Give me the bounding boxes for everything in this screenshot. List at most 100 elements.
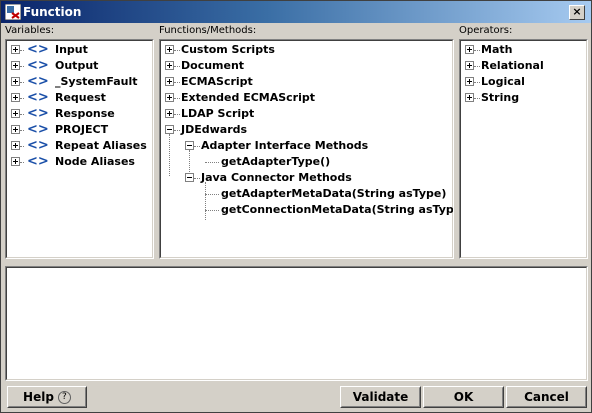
- expand-icon[interactable]: [11, 141, 20, 150]
- expand-icon[interactable]: [11, 61, 20, 70]
- tree-item-label: Request: [55, 91, 106, 104]
- functions-label: Functions/Methods:: [159, 25, 257, 36]
- tree-item-label: Adapter Interface Methods: [201, 139, 369, 152]
- operators-label: Operators:: [459, 25, 513, 36]
- tree-connector: [20, 66, 24, 68]
- function-category-item[interactable]: LDAP Script: [161, 106, 452, 122]
- expand-icon[interactable]: [465, 45, 474, 54]
- expand-icon[interactable]: [165, 109, 174, 118]
- angle-brackets-icon: <>: [27, 138, 49, 153]
- expand-icon[interactable]: [11, 93, 20, 102]
- close-icon: ×: [572, 5, 582, 18]
- variable-item[interactable]: <> _SystemFault: [7, 74, 152, 90]
- validate-button[interactable]: Validate: [340, 386, 421, 408]
- operator-category-item[interactable]: String: [461, 90, 586, 106]
- tree-connector: [174, 114, 180, 116]
- tree-item-label: Output: [55, 59, 99, 72]
- ok-button[interactable]: OK: [423, 386, 504, 408]
- expand-icon[interactable]: [11, 45, 20, 54]
- angle-brackets-icon: <>: [27, 42, 49, 57]
- tree-connector: [194, 178, 200, 180]
- tree-item-label: _SystemFault: [55, 75, 138, 88]
- expression-editor[interactable]: [5, 266, 588, 381]
- variable-item[interactable]: <> Node Aliases: [7, 154, 152, 170]
- collapse-icon[interactable]: [165, 125, 174, 134]
- help-button[interactable]: Help?: [7, 386, 87, 408]
- expand-icon[interactable]: [165, 77, 174, 86]
- variables-label: Variables:: [5, 25, 55, 36]
- function-category-item[interactable]: Extended ECMAScript: [161, 90, 452, 106]
- expand-icon[interactable]: [165, 45, 174, 54]
- functions-tree-body: Custom Scripts Document ECMAScript Extended…: [160, 40, 453, 258]
- tree-connector: [474, 98, 480, 100]
- tree-item-label: ECMAScript: [181, 75, 253, 88]
- cancel-label: Cancel: [524, 390, 569, 404]
- operator-category-item[interactable]: Relational: [461, 58, 586, 74]
- variable-item[interactable]: <> PROJECT: [7, 122, 152, 138]
- tree-item-label: LDAP Script: [181, 107, 255, 120]
- variable-item[interactable]: <> Input: [7, 42, 152, 58]
- operator-category-item[interactable]: Logical: [461, 74, 586, 90]
- angle-brackets-icon: <>: [27, 106, 49, 121]
- expand-icon[interactable]: [465, 93, 474, 102]
- tree-connector: [169, 134, 171, 176]
- tree-item-label: Java Connector Methods: [201, 171, 352, 184]
- function-category-item[interactable]: ECMAScript: [161, 74, 452, 90]
- function-category-item[interactable]: Custom Scripts: [161, 42, 452, 58]
- variable-item[interactable]: <> Response: [7, 106, 152, 122]
- operators-tree-body: Math Relational Logical String: [460, 40, 587, 258]
- variable-item[interactable]: <> Output: [7, 58, 152, 74]
- functions-tree[interactable]: Custom Scripts Document ECMAScript Extended…: [159, 39, 454, 259]
- function-category-jdedwards[interactable]: JDEdwards: [161, 122, 452, 138]
- variable-item[interactable]: <> Repeat Aliases: [7, 138, 152, 154]
- tree-item-label: Logical: [481, 75, 525, 88]
- tree-item-label: PROJECT: [55, 123, 109, 136]
- tree-item-label: String: [481, 91, 520, 104]
- expand-icon[interactable]: [11, 157, 20, 166]
- angle-brackets-icon: <>: [27, 90, 49, 105]
- variables-tree-body: <> Input <> Output <> _SystemFault <> Request <>…: [6, 40, 153, 258]
- tree-connector: [20, 82, 24, 84]
- collapse-icon[interactable]: [185, 173, 194, 182]
- title-bar[interactable]: Function ×: [1, 1, 591, 23]
- tree-connector: [194, 146, 200, 148]
- method-item[interactable]: getAdapterType(): [161, 154, 452, 170]
- expand-icon[interactable]: [11, 109, 20, 118]
- expand-icon[interactable]: [11, 125, 20, 134]
- tree-connector: [20, 50, 24, 52]
- expand-icon[interactable]: [465, 77, 474, 86]
- angle-brackets-icon: <>: [27, 154, 49, 169]
- variable-item[interactable]: <> Request: [7, 90, 152, 106]
- tree-connector: [174, 98, 180, 100]
- function-app-icon: [5, 4, 21, 20]
- tree-item-label: Relational: [481, 59, 544, 72]
- tree-item-label: Math: [481, 43, 513, 56]
- operators-tree[interactable]: Math Relational Logical String: [459, 39, 588, 259]
- angle-brackets-icon: <>: [27, 74, 49, 89]
- variables-tree[interactable]: <> Input <> Output <> _SystemFault <> Request <>…: [5, 39, 154, 259]
- tree-connector: [174, 82, 180, 84]
- tree-item-label: Node Aliases: [55, 155, 135, 168]
- expand-icon[interactable]: [11, 77, 20, 86]
- tree-item-label: Response: [55, 107, 115, 120]
- cancel-button[interactable]: Cancel: [506, 386, 587, 408]
- function-category-item[interactable]: Document: [161, 58, 452, 74]
- expand-icon[interactable]: [465, 61, 474, 70]
- close-button[interactable]: ×: [569, 5, 585, 20]
- expand-icon[interactable]: [165, 93, 174, 102]
- collapse-icon[interactable]: [185, 141, 194, 150]
- tree-item-label: Repeat Aliases: [55, 139, 147, 152]
- ok-label: OK: [453, 390, 474, 404]
- expression-editor-text[interactable]: [6, 267, 587, 380]
- method-group-adapter[interactable]: Adapter Interface Methods: [161, 138, 452, 154]
- operator-category-item[interactable]: Math: [461, 42, 586, 58]
- tree-item-label: getAdapterMetaData(String asType): [221, 187, 447, 200]
- help-label: Help: [23, 390, 54, 404]
- tree-connector: [205, 194, 219, 196]
- tree-connector: [174, 130, 180, 132]
- tree-connector: [474, 82, 480, 84]
- expand-icon[interactable]: [165, 61, 174, 70]
- tree-connector: [205, 162, 219, 164]
- tree-item-label: Input: [55, 43, 88, 56]
- tree-connector: [189, 150, 191, 172]
